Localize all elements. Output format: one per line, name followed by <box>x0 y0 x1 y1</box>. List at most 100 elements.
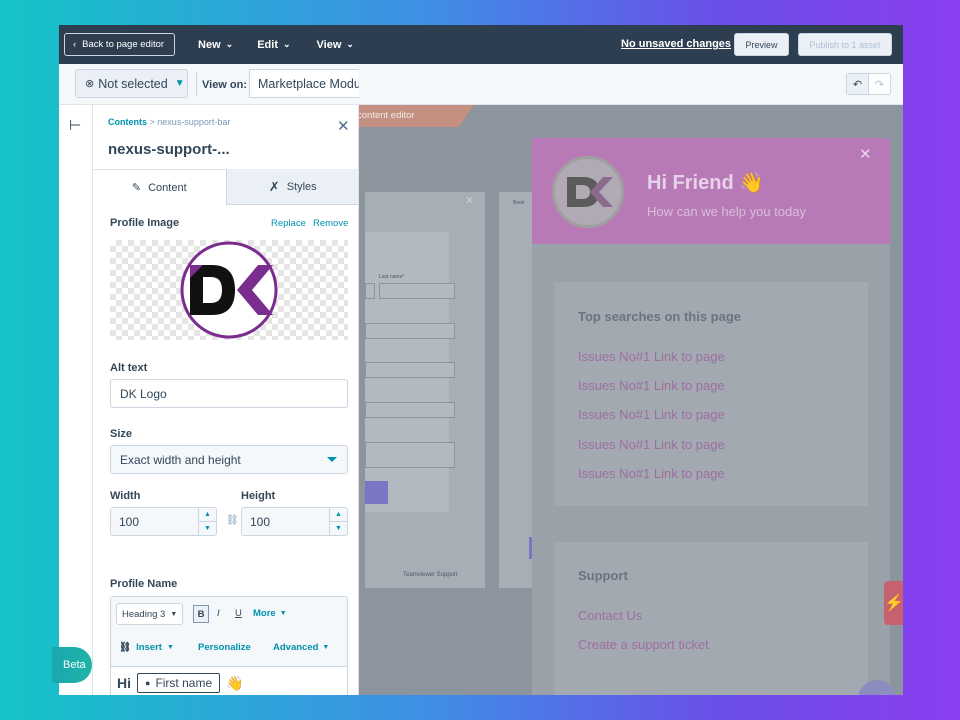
form-footer: Teamviewer Support <box>403 572 458 578</box>
support-card: Support Contact Us Create a support tick… <box>554 542 868 695</box>
rich-text-editor: Heading 3 ▼ B I U More ▼ ⛓ Insert ▼ Pers… <box>110 596 348 695</box>
tools-icon: ✗ <box>268 178 280 194</box>
width-input[interactable]: 100 ▲ ▼ <box>110 507 217 536</box>
italic-button[interactable]: I <box>217 608 220 619</box>
beta-badge[interactable]: Beta <box>52 647 92 683</box>
profile-image-preview[interactable] <box>110 240 348 340</box>
menu-view[interactable]: View ⌄ <box>317 39 354 51</box>
alt-text-input[interactable]: DK Logo <box>110 379 348 408</box>
ghost-input <box>365 283 375 299</box>
sub-bar: ⊗ Not selected ▼ View on: Marketplace Mo… <box>59 64 903 105</box>
widget-header: ✕ Hi Friend 👋 How can we help you today <box>532 138 890 244</box>
unsaved-changes-link[interactable]: No unsaved changes <box>621 38 731 50</box>
chevron-left-icon: ‹ <box>73 39 77 50</box>
undo-icon[interactable]: ↶ <box>847 74 869 94</box>
tree-icon[interactable]: ⊢ <box>69 117 81 134</box>
chevron-down-icon: ⌄ <box>346 39 354 49</box>
breadcrumb-current: nexus-support-bar <box>157 117 231 127</box>
insert-button[interactable]: ⛓ Insert ▼ <box>119 642 174 653</box>
width-label: Width <box>110 490 141 502</box>
height-input[interactable]: 100 ▲ ▼ <box>241 507 348 536</box>
pencil-icon: ✎ <box>131 182 142 194</box>
avatar <box>552 156 624 228</box>
lightning-icon[interactable]: ⚡ <box>884 581 903 625</box>
search-link[interactable]: Issues No#1 Link to page <box>578 378 725 393</box>
heading-select[interactable]: Heading 3 ▼ <box>116 603 184 625</box>
tab-content-label: Content <box>148 181 187 194</box>
advanced-button[interactable]: Advanced ▼ <box>273 642 329 653</box>
chevron-down-icon[interactable]: ▼ <box>330 522 347 535</box>
height-value: 100 <box>250 514 271 529</box>
back-to-editor-button[interactable]: ‹ Back to page editor <box>64 33 176 56</box>
chevron-up-icon[interactable]: ▲ <box>330 508 347 522</box>
dk-logo <box>180 241 278 339</box>
preview-button[interactable]: Preview <box>734 33 789 56</box>
chevron-down-icon: ⌄ <box>282 39 291 49</box>
view-on-label: View on: <box>202 79 248 91</box>
search-link[interactable]: Issues No#1 Link to page <box>578 466 725 481</box>
panel-tabs: ✎ Content ✗ Styles <box>93 169 358 205</box>
rte-toolbar: Heading 3 ▼ B I U More ▼ ⛓ Insert ▼ Pers… <box>111 597 347 667</box>
tab-styles[interactable]: ✗ Styles <box>225 169 358 205</box>
link-icon: ⛓ <box>119 642 132 653</box>
breadcrumb-separator: > <box>149 117 155 127</box>
book-label: Book <box>513 200 525 206</box>
top-bar: ‹ Back to page editor New ⌄ Edit ⌄ View … <box>59 25 903 64</box>
publish-button[interactable]: Publish to 1 asset <box>798 33 892 56</box>
undo-redo-group: ↶ ↷ <box>846 73 891 95</box>
module-settings-panel: Contents > nexus-support-bar ✕ nexus-sup… <box>93 105 359 695</box>
tab-styles-label: Styles <box>286 180 317 193</box>
redo-icon[interactable]: ↷ <box>869 74 890 94</box>
dk-logo <box>567 177 613 207</box>
breadcrumb: Contents > nexus-support-bar <box>108 117 230 127</box>
size-select[interactable]: Exact width and height <box>110 445 348 474</box>
profile-image-label: Profile Image <box>110 217 180 229</box>
chevron-down-icon: ⌄ <box>225 39 234 49</box>
tab-content[interactable]: ✎ Content <box>93 169 226 205</box>
left-rail: ⊢ <box>59 105 93 695</box>
caret-down-icon: ▼ <box>170 610 178 618</box>
remove-link[interactable]: Remove <box>313 218 348 229</box>
contact-us-link[interactable]: Contact Us <box>578 608 642 623</box>
close-icon[interactable]: ✕ <box>337 117 350 135</box>
menu-view-label: View <box>316 38 342 51</box>
breadcrumb-contents[interactable]: Contents <box>108 117 147 127</box>
menu-new[interactable]: New ⌄ <box>198 39 233 51</box>
view-on-select[interactable]: Marketplace Modu <box>249 69 359 98</box>
search-link[interactable]: Issues No#1 Link to page <box>578 349 725 364</box>
caret-down-icon: ▼ <box>279 610 287 617</box>
support-ticket-link[interactable]: Create a support ticket <box>578 637 709 652</box>
personalize-button[interactable]: Personalize <box>198 642 251 653</box>
underline-button[interactable]: U <box>235 608 242 619</box>
editor-tab-label: content editor <box>359 110 415 121</box>
menu-edit[interactable]: Edit ⌄ <box>257 39 290 51</box>
more-button[interactable]: More ▼ <box>253 608 287 619</box>
divider <box>196 72 197 96</box>
form-card-secondary: Book <box>499 192 533 588</box>
search-link[interactable]: Issues No#1 Link to page <box>578 437 725 452</box>
menu-new-label: New <box>198 38 221 51</box>
audience-selector[interactable]: ⊗ Not selected ▼ <box>75 69 188 98</box>
size-value: Exact width and height <box>120 452 241 467</box>
more-label: More <box>253 608 276 619</box>
height-stepper: ▲ ▼ <box>329 508 347 535</box>
profile-name-label: Profile Name <box>110 578 178 590</box>
last-name-label: Last name* <box>379 274 405 280</box>
preview-canvas: content editor ✕ Last name* Teamviewer S… <box>359 105 903 695</box>
widget-greeting: Hi Friend 👋 <box>647 172 765 194</box>
form-card: ✕ Last name* Teamviewer Support <box>365 192 485 588</box>
chevron-down-icon[interactable]: ▼ <box>199 522 216 535</box>
top-searches-card: Top searches on this page Issues No#1 Li… <box>554 282 868 506</box>
search-link[interactable]: Issues No#1 Link to page <box>578 407 725 422</box>
chevron-up-icon[interactable]: ▲ <box>199 508 216 522</box>
token-label: First name <box>155 676 213 690</box>
ghost-submit <box>365 481 388 504</box>
link-ratio-icon[interactable]: ⛓ <box>226 515 239 526</box>
ghost-input <box>365 402 455 418</box>
first-name-token[interactable]: ● First name <box>137 673 221 693</box>
rte-content[interactable]: Hi ● First name 👋 <box>111 667 347 695</box>
bold-button[interactable]: B <box>193 605 209 623</box>
replace-link[interactable]: Replace <box>271 218 306 229</box>
close-icon[interactable]: ✕ <box>859 145 872 163</box>
back-label: Back to page editor <box>82 39 165 50</box>
